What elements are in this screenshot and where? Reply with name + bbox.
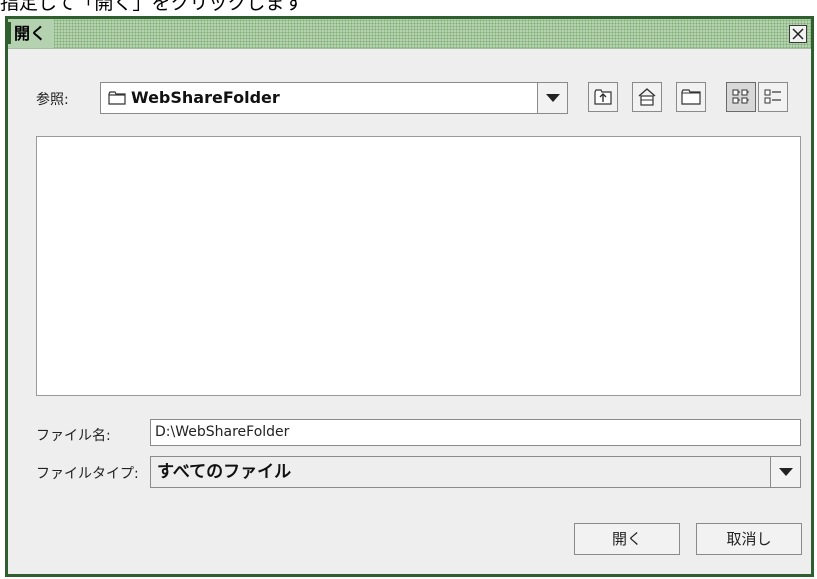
look-in-label: 参照:: [36, 92, 69, 108]
dialog-title: 開く: [8, 19, 55, 48]
look-in-dropdown-arrow[interactable]: [537, 83, 567, 113]
home-button[interactable]: [632, 82, 662, 112]
home-icon: [638, 88, 656, 106]
file-type-label: ファイルタイプ:: [36, 466, 139, 482]
close-icon: [792, 28, 804, 40]
cancel-button[interactable]: 取消し: [696, 523, 802, 555]
details-view-icon: [764, 89, 781, 104]
open-file-dialog: 開く 参照: WebShareFolder ファイル名: D:\WebShare…: [5, 16, 814, 577]
new-folder-button[interactable]: [676, 82, 706, 112]
details-view-button[interactable]: [758, 82, 788, 112]
up-one-level-button[interactable]: [588, 82, 618, 112]
file-name-input[interactable]: D:\WebShareFolder: [150, 419, 801, 446]
look-in-combo[interactable]: WebShareFolder: [100, 82, 568, 114]
title-bar[interactable]: 開く: [8, 19, 811, 49]
list-view-icon: [732, 89, 749, 104]
file-list-pane[interactable]: [36, 136, 801, 396]
file-type-combo[interactable]: すべてのファイル: [150, 456, 801, 488]
new-folder-icon: [681, 89, 701, 105]
list-view-button[interactable]: [726, 82, 756, 112]
close-button[interactable]: [789, 25, 807, 43]
up-one-level-icon: [594, 89, 612, 105]
file-name-label: ファイル名:: [36, 428, 111, 444]
file-type-dropdown-arrow[interactable]: [770, 457, 800, 487]
folder-icon: [108, 91, 126, 105]
open-button[interactable]: 開く: [574, 523, 680, 555]
look-in-value: WebShareFolder: [131, 88, 280, 107]
file-type-value: すべてのファイル: [157, 462, 292, 482]
